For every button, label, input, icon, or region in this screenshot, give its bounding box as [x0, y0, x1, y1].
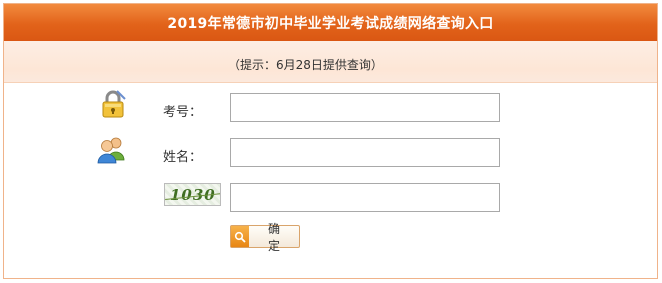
users-icon	[96, 134, 126, 164]
page-title: 2019年常德市初中毕业学业考试成绩网络查询入口	[4, 4, 657, 41]
submit-button[interactable]: 确 定	[230, 222, 300, 253]
hint-text: （提示：6月28日提供查询）	[228, 58, 383, 72]
exam-number-input[interactable]	[230, 93, 500, 122]
name-label: 姓名：	[163, 150, 203, 165]
hint-bar: （提示：6月28日提供查询）	[4, 41, 657, 83]
page-title-text: 2019年常德市初中毕业学业考试成绩网络查询入口	[167, 15, 494, 32]
search-icon	[231, 226, 249, 247]
captcha-image[interactable]: 1030	[164, 183, 221, 206]
captcha-input[interactable]	[230, 183, 500, 212]
padlock-icon	[98, 89, 128, 119]
query-panel: 2019年常德市初中毕业学业考试成绩网络查询入口 （提示：6月28日提供查询） …	[3, 3, 658, 279]
exam-number-label: 考号：	[163, 105, 203, 120]
name-input[interactable]	[230, 138, 500, 167]
submit-label: 确 定	[267, 221, 286, 253]
